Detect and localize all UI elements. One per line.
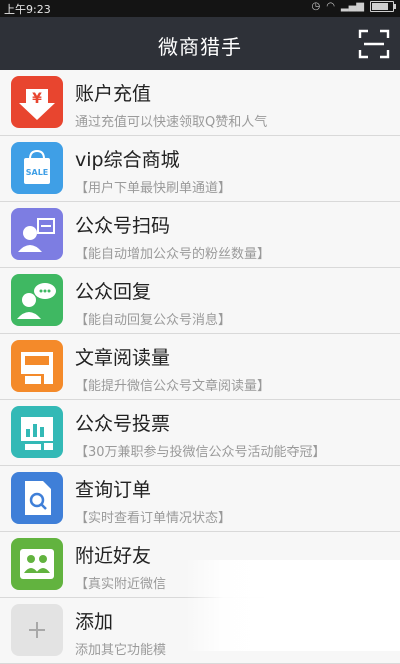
wifi-icon: ◠ bbox=[326, 1, 335, 12]
item-desc: 添加其它功能模 bbox=[75, 643, 167, 658]
item-label: 添加 bbox=[75, 611, 114, 633]
svg-text:¥: ¥ bbox=[32, 91, 42, 107]
item-desc: 通过充值可以快速领取Q赞和人气 bbox=[75, 115, 268, 130]
sale-bag-icon: SALE bbox=[11, 142, 63, 194]
status-icons: ◷ ◠ ▂▄▆ bbox=[311, 1, 396, 12]
item-label: 公众回复 bbox=[75, 281, 152, 303]
list-item-scan[interactable]: 公众号扫码 【能自动增加公众号的粉丝数量】 bbox=[0, 202, 400, 268]
vote-chart-icon bbox=[11, 406, 63, 458]
order-search-icon bbox=[11, 472, 63, 524]
alarm-icon: ◷ bbox=[311, 1, 321, 12]
item-label: 文章阅读量 bbox=[75, 347, 171, 369]
item-label: vip综合商城 bbox=[75, 149, 180, 171]
item-desc: 【能自动增加公众号的粉丝数量】 bbox=[75, 247, 271, 262]
list-item-reading[interactable]: 文章阅读量 【能提升微信公众号文章阅读量】 bbox=[0, 334, 400, 400]
item-label: 公众号投票 bbox=[75, 413, 171, 435]
scan-icon bbox=[358, 29, 390, 59]
signal-icon: ▂▄▆ bbox=[340, 1, 364, 12]
item-desc: 【用户下单最快刷单通道】 bbox=[75, 181, 232, 196]
status-time: 上午9:23 bbox=[4, 3, 51, 16]
list-item-recharge[interactable]: ¥ 账户充值 通过充值可以快速领取Q赞和人气 bbox=[0, 70, 400, 136]
blurred-overlay bbox=[185, 560, 400, 651]
battery-icon bbox=[370, 1, 396, 12]
item-label: 附近好友 bbox=[75, 545, 152, 567]
item-desc: 【30万兼职参与投微信公众号活动能夺冠】 bbox=[75, 445, 326, 460]
list-item-auto-reply[interactable]: 公众回复 【能自动回复公众号消息】 bbox=[0, 268, 400, 334]
list-item-order-query[interactable]: 查询订单 【实时查看订单情况状态】 bbox=[0, 466, 400, 532]
item-label: 公众号扫码 bbox=[75, 215, 171, 237]
item-desc: 【真实附近微信 bbox=[75, 577, 167, 592]
article-icon bbox=[11, 340, 63, 392]
header-bar: 微商猎手 bbox=[0, 17, 400, 70]
plus-icon bbox=[11, 604, 63, 656]
scan-button[interactable] bbox=[358, 29, 390, 59]
recharge-icon: ¥ bbox=[11, 76, 63, 128]
item-desc: 【能自动回复公众号消息】 bbox=[75, 313, 232, 328]
status-bar: 上午9:23 ◷ ◠ ▂▄▆ bbox=[0, 0, 400, 17]
sale-text: SALE bbox=[26, 168, 49, 177]
list-item-vip-mall[interactable]: SALE vip综合商城 【用户下单最快刷单通道】 bbox=[0, 136, 400, 202]
item-label: 查询订单 bbox=[75, 479, 152, 501]
page-title: 微商猎手 bbox=[158, 35, 242, 59]
list-item-vote[interactable]: 公众号投票 【30万兼职参与投微信公众号活动能夺冠】 bbox=[0, 400, 400, 466]
item-desc: 【能提升微信公众号文章阅读量】 bbox=[75, 379, 271, 394]
item-desc: 【实时查看订单情况状态】 bbox=[75, 511, 232, 526]
nearby-friends-icon bbox=[11, 538, 63, 590]
scan-user-icon bbox=[11, 208, 63, 260]
item-label: 账户充值 bbox=[75, 83, 152, 105]
reply-chat-icon bbox=[11, 274, 63, 326]
